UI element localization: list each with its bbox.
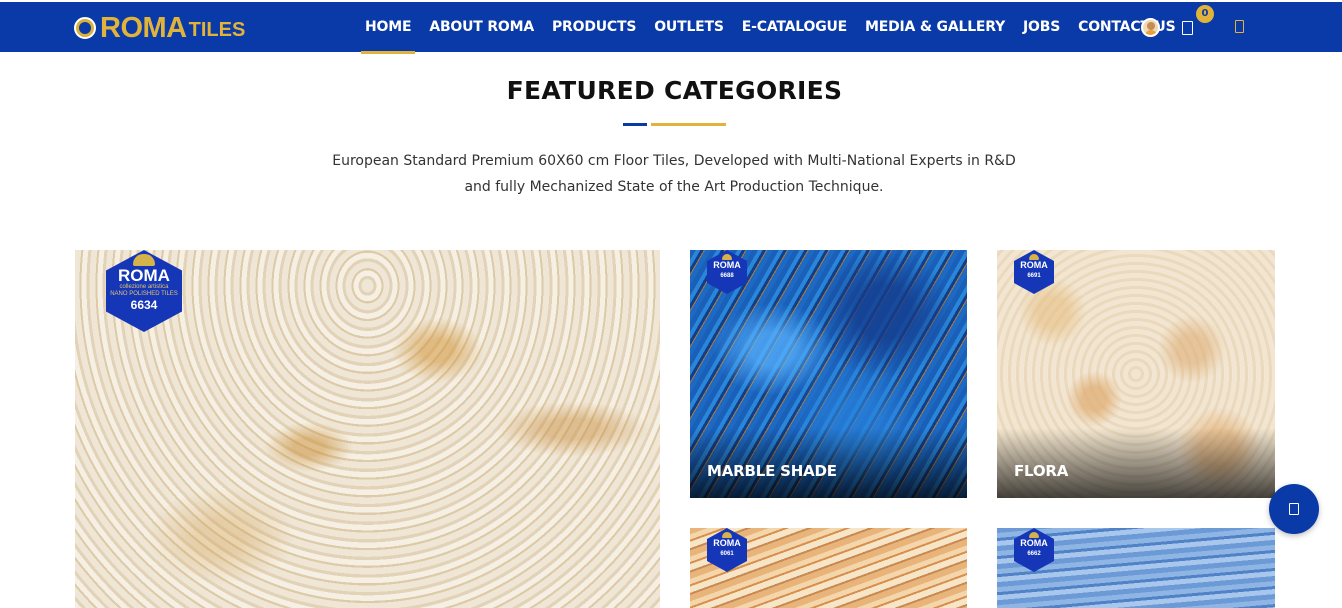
- chat-icon: [1289, 503, 1299, 515]
- title-divider-blue: [623, 123, 647, 126]
- section-description: European Standard Premium 60X60 cm Floor…: [300, 148, 1048, 200]
- nav-about-roma[interactable]: ABOUT ROMA: [429, 2, 534, 54]
- category-card-marble-shade[interactable]: ROMA 6688 MARBLE SHADE: [690, 250, 967, 498]
- nav-media-gallery[interactable]: MEDIA & GALLERY: [865, 2, 1005, 54]
- nav-jobs[interactable]: JOBS: [1023, 2, 1060, 54]
- category-card-flora[interactable]: ROMA 6691 FLORA: [997, 250, 1275, 498]
- top-navbar: ROMA TILES HOME ABOUT ROMA PRODUCTS OUTL…: [0, 0, 1342, 54]
- category-card-sand[interactable]: ROMA 6061: [690, 528, 967, 608]
- badge-number: 6688: [720, 273, 734, 279]
- badge-brand: ROMA: [118, 266, 170, 285]
- main-menu: HOME ABOUT ROMA PRODUCTS OUTLETS E-CATAL…: [360, 2, 1193, 54]
- badge-number: 6691: [1027, 273, 1041, 279]
- description-line-2: and fully Mechanized State of the Art Pr…: [464, 179, 884, 195]
- badge-number: 6061: [720, 551, 734, 557]
- section-title: FEATURED CATEGORIES: [506, 76, 843, 105]
- cart-count-badge: 0: [1196, 5, 1214, 23]
- site-logo[interactable]: ROMA TILES: [74, 12, 246, 44]
- roma-badge-icon: ROMA 6662: [1014, 528, 1054, 572]
- roma-badge-icon: ROMA 6688: [707, 250, 747, 294]
- user-avatar-icon[interactable]: [1141, 18, 1160, 37]
- nav-contact-us[interactable]: CONTACT US: [1078, 2, 1176, 54]
- crown-emblem-icon: [74, 17, 96, 39]
- nav-home[interactable]: HOME: [360, 2, 416, 54]
- badge-brand: ROMA: [713, 538, 741, 548]
- badge-brand: ROMA: [1020, 538, 1048, 548]
- chat-float-button[interactable]: [1269, 484, 1319, 534]
- badge-subtitle: NANO POLISHED TILES: [110, 291, 178, 297]
- badge-number: 6662: [1027, 551, 1041, 557]
- nav-e-catalogue[interactable]: E-CATALOGUE: [742, 2, 847, 54]
- featured-tile-card-large[interactable]: ROMA collezione artistica NANO POLISHED …: [75, 250, 660, 608]
- card-label[interactable]: FLORA: [1014, 462, 1068, 480]
- roma-badge-icon: ROMA collezione artistica NANO POLISHED …: [106, 250, 182, 332]
- badge-tagline: collezione artistica: [119, 284, 169, 290]
- description-line-1: European Standard Premium 60X60 cm Floor…: [332, 153, 1016, 169]
- badge-number: 6634: [130, 298, 158, 312]
- badge-brand: ROMA: [713, 260, 741, 270]
- cart-icon[interactable]: [1182, 21, 1193, 35]
- nav-outlets[interactable]: OUTLETS: [654, 2, 724, 54]
- category-card-aqua[interactable]: ROMA 6662: [997, 528, 1275, 608]
- card-label[interactable]: MARBLE SHADE: [707, 462, 837, 480]
- wishlist-icon[interactable]: [1235, 20, 1244, 33]
- roma-badge-icon: ROMA 6061: [707, 528, 747, 572]
- title-divider-gold: [651, 123, 726, 126]
- nav-products[interactable]: PRODUCTS: [552, 2, 636, 54]
- crown-icon: [133, 254, 155, 266]
- badge-brand: ROMA: [1020, 260, 1048, 270]
- roma-badge-icon: ROMA 6691: [1014, 250, 1054, 294]
- logo-main-text: ROMA: [100, 12, 187, 44]
- logo-sub-text: TILES: [188, 19, 246, 41]
